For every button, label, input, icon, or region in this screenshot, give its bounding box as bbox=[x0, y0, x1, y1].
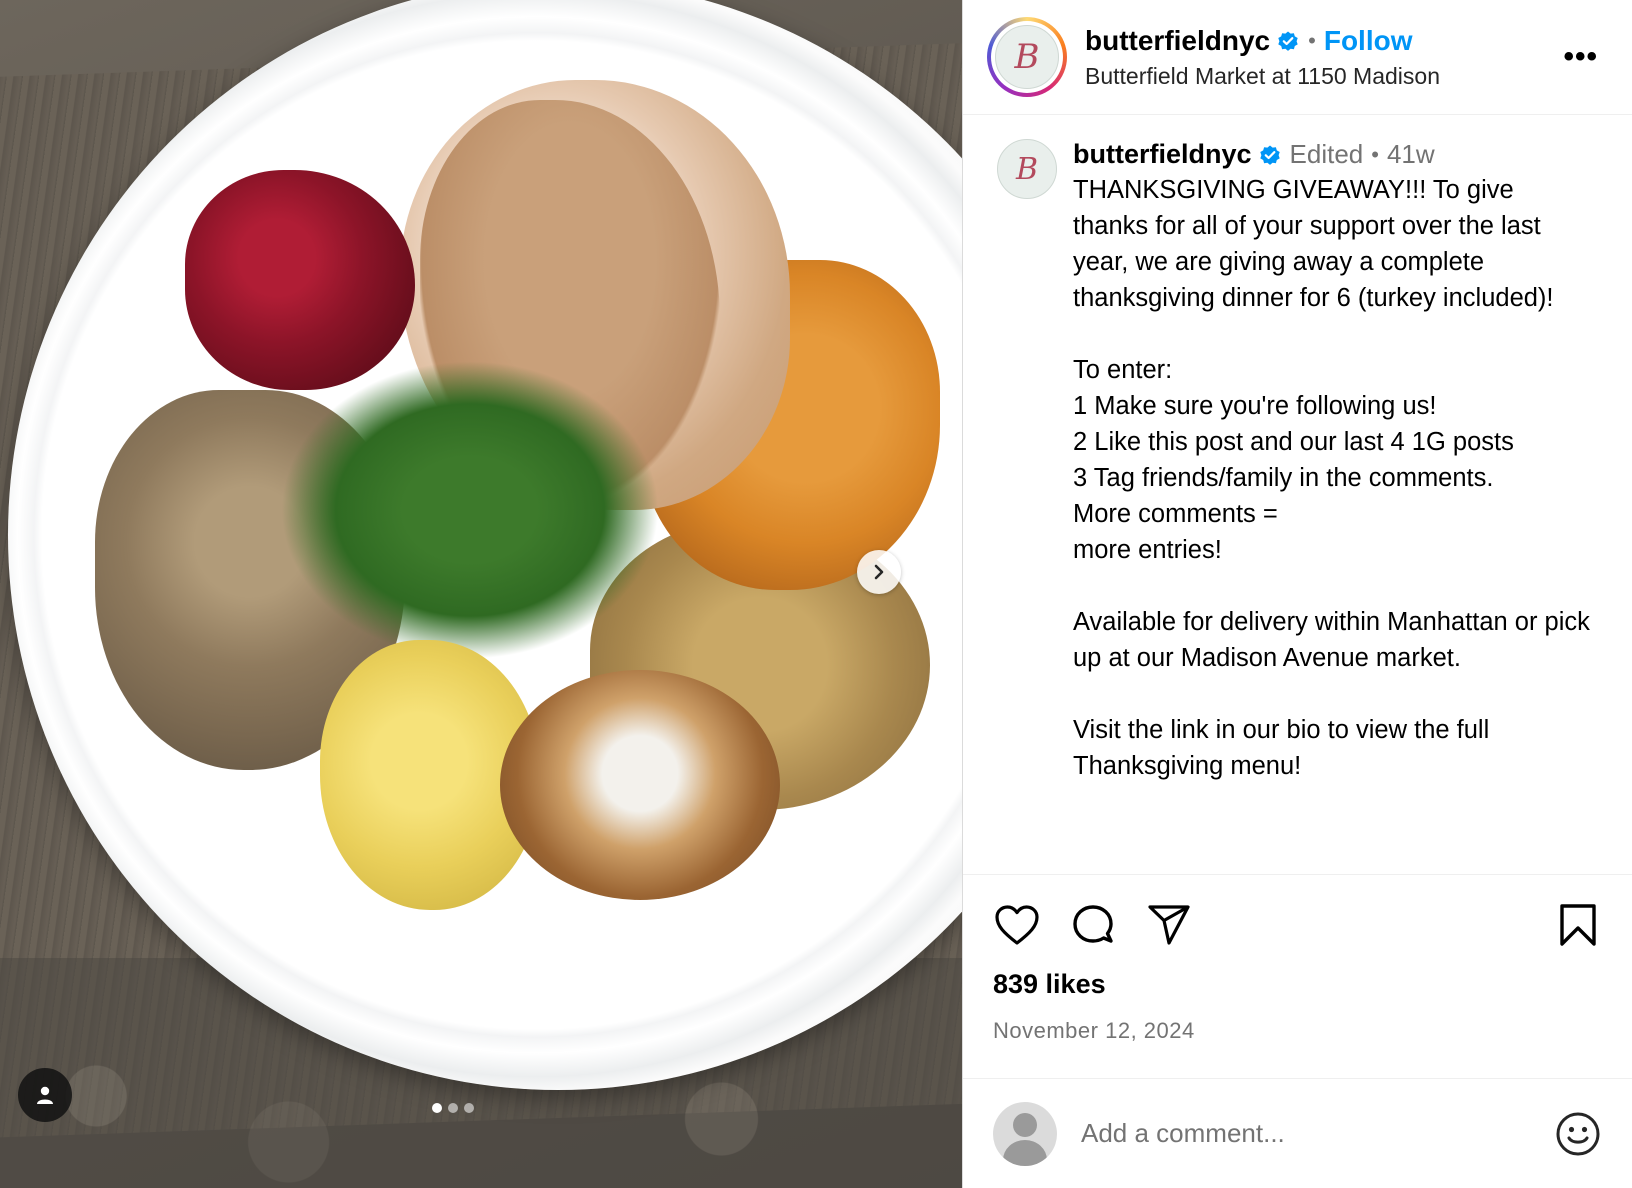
caption-text: THANKSGIVING GIVEAWAY!!! To give thanks … bbox=[1073, 176, 1590, 780]
ellipsis-icon: ••• bbox=[1563, 40, 1598, 73]
header-row: butterfieldnyc • Follow bbox=[1085, 25, 1553, 57]
emoji-button[interactable] bbox=[1554, 1110, 1602, 1158]
carousel-dot-active bbox=[432, 1103, 442, 1113]
verified-badge-icon bbox=[1278, 31, 1298, 51]
chevron-right-icon bbox=[874, 564, 884, 580]
post-photo[interactable] bbox=[0, 0, 962, 1188]
post-age[interactable]: 41w bbox=[1387, 139, 1435, 170]
caption-section: B butterfieldnyc Edited • 41w THANKSGIVI… bbox=[963, 115, 1632, 875]
bookmark-icon bbox=[1560, 904, 1596, 946]
more-options-button[interactable]: ••• bbox=[1553, 40, 1608, 74]
carousel-next-button[interactable] bbox=[857, 550, 901, 594]
likes-count[interactable]: 839 likes bbox=[963, 949, 1632, 1000]
comment-icon bbox=[1073, 905, 1113, 943]
comment-input[interactable] bbox=[1081, 1118, 1554, 1149]
caption-header: butterfieldnyc Edited • 41w bbox=[1073, 139, 1593, 170]
post-header: B butterfieldnyc • Follow Butterfield Ma… bbox=[963, 0, 1632, 115]
author-username[interactable]: butterfieldnyc bbox=[1085, 25, 1270, 57]
story-ring-inner: B bbox=[991, 21, 1063, 93]
verified-badge-icon bbox=[1259, 145, 1280, 165]
caption-separator: • bbox=[1371, 141, 1379, 167]
story-ring[interactable]: B bbox=[987, 17, 1067, 97]
post-date: November 12, 2024 bbox=[993, 1018, 1195, 1043]
header-separator: • bbox=[1308, 27, 1316, 53]
instagram-post: B butterfieldnyc • Follow Butterfield Ma… bbox=[0, 0, 1632, 1188]
avatar[interactable]: B bbox=[995, 25, 1059, 89]
avatar-logo-text: B bbox=[1014, 37, 1040, 77]
green-beans bbox=[280, 360, 660, 660]
marshmallow-yams bbox=[500, 670, 780, 900]
smiley-icon bbox=[1556, 1112, 1600, 1155]
caption-avatar[interactable]: B bbox=[997, 139, 1057, 199]
caption-body: butterfieldnyc Edited • 41w THANKSGIVING… bbox=[1073, 139, 1593, 874]
like-button[interactable] bbox=[993, 901, 1041, 949]
comment-bar bbox=[963, 1078, 1632, 1188]
comment-button[interactable] bbox=[1069, 901, 1117, 949]
post-side-panel: B butterfieldnyc • Follow Butterfield Ma… bbox=[962, 0, 1632, 1188]
heart-icon bbox=[995, 905, 1039, 945]
share-button[interactable] bbox=[1145, 901, 1193, 949]
share-icon bbox=[1148, 905, 1190, 945]
caption-username[interactable]: butterfieldnyc bbox=[1073, 139, 1252, 170]
edited-label: Edited bbox=[1289, 139, 1364, 169]
tagged-users-button[interactable] bbox=[18, 1068, 72, 1122]
carousel-dot bbox=[464, 1103, 474, 1113]
action-bar bbox=[963, 875, 1632, 949]
post-location[interactable]: Butterfield Market at 1150 Madison bbox=[1085, 63, 1553, 90]
follow-button[interactable]: Follow bbox=[1324, 25, 1413, 57]
current-user-avatar bbox=[993, 1101, 1057, 1166]
carousel-dot bbox=[448, 1103, 458, 1113]
carousel-indicator bbox=[432, 1103, 474, 1113]
header-text: butterfieldnyc • Follow Butterfield Mark… bbox=[1085, 25, 1553, 90]
caption-avatar-logo-text: B bbox=[1015, 151, 1039, 187]
user-tag-icon bbox=[37, 1086, 53, 1104]
save-button[interactable] bbox=[1554, 901, 1602, 949]
